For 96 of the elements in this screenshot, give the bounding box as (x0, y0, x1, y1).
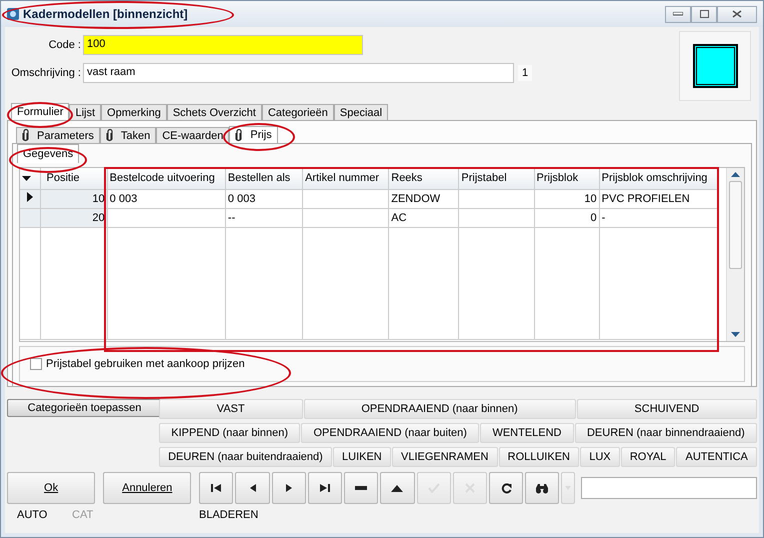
tab[interactable]: Prijs (229, 126, 278, 143)
scroll-down-icon (731, 332, 740, 337)
tab[interactable]: Gegevens (17, 144, 80, 163)
previous-icon (248, 483, 257, 493)
maximize-icon (700, 10, 708, 18)
column-header[interactable]: Prijsblok (534, 168, 600, 189)
table-cell: ZENDOW (388, 189, 459, 208)
category-button[interactable]: KIPPEND (naar binnen) (159, 423, 300, 443)
column-header[interactable]: Artikel nummer (302, 168, 389, 189)
apply-categories-button[interactable]: Categorieën toepassen (7, 399, 162, 417)
category-button[interactable]: VAST (159, 399, 303, 419)
category-button[interactable]: DEUREN (naar binnendraaiend) (574, 423, 757, 443)
binoculars-icon (535, 482, 550, 494)
column-header[interactable]: Bestelcode uitvoering (107, 168, 226, 189)
category-button[interactable]: ROLLUIKEN (498, 447, 580, 467)
category-button[interactable]: DEUREN (naar buitendraaiend) (159, 447, 332, 467)
table-cell: 0 003 (225, 189, 303, 208)
category-button[interactable]: ROYAL (620, 447, 676, 467)
toolbar-button[interactable] (199, 472, 234, 504)
app-icon (7, 8, 19, 20)
toolbar-button[interactable] (489, 472, 524, 504)
minimize-icon (673, 12, 683, 16)
category-button[interactable]: LUX (580, 447, 620, 467)
code-field[interactable]: 100 (83, 35, 363, 55)
tab-label: CE-waarden (162, 130, 224, 142)
column-header[interactable]: Prijsblok omschrijving (599, 168, 718, 189)
category-button[interactable]: OPENDRAAIEND (naar buiten) (301, 423, 480, 443)
column-header[interactable]: Reeks (388, 168, 459, 189)
table-cell: 10 (40, 189, 108, 208)
tab[interactable]: CE-waarden (156, 127, 230, 143)
last-record-icon (319, 483, 332, 493)
table-cell: AC (388, 208, 459, 227)
toolbar-button[interactable] (308, 472, 342, 504)
minus-icon (355, 486, 368, 490)
annotation-ellipse (7, 102, 73, 128)
status-text: CAT (72, 509, 94, 521)
tab[interactable]: Parameters (16, 127, 100, 143)
table-cell: 0 (534, 208, 600, 227)
annotation-ellipse (223, 123, 295, 151)
category-button[interactable]: SCHUIVEND (576, 399, 758, 419)
tab[interactable]: Categorieën (262, 104, 334, 120)
scrollbar[interactable] (726, 168, 744, 341)
column-header[interactable]: Bestellen als (225, 168, 303, 189)
tab[interactable]: Schets Overzicht (166, 104, 262, 120)
tab-label: Prijs (250, 129, 272, 141)
first-record-icon (210, 483, 222, 493)
ok-button[interactable]: Ok (7, 472, 96, 504)
refresh-icon (500, 482, 512, 494)
table-cell: -- (225, 208, 303, 227)
category-button[interactable]: AUTENTICA (676, 447, 757, 467)
current-row-icon (26, 192, 33, 202)
cancel-button[interactable]: Annuleren (103, 472, 192, 504)
check-icon (428, 483, 440, 493)
caret-icon (22, 176, 31, 182)
column-header[interactable] (20, 168, 40, 189)
maximize-button[interactable] (691, 6, 717, 22)
toolbar-button[interactable] (380, 472, 415, 504)
toolbar-button[interactable] (344, 472, 378, 504)
table-cell: PVC PROFIELEN (599, 189, 718, 208)
tab[interactable]: Taken (100, 127, 156, 143)
tab[interactable]: Lijst (69, 104, 102, 120)
category-button[interactable]: LUIKEN (332, 447, 391, 467)
field-label: Code : (48, 39, 81, 51)
tab-label: Taken (120, 130, 150, 142)
close-button[interactable] (717, 6, 757, 22)
close-icon (464, 483, 475, 493)
toolbar-button[interactable] (525, 472, 560, 504)
tab[interactable]: Formulier (11, 103, 70, 120)
tab[interactable]: Opmerking (101, 104, 167, 120)
toolbar-button[interactable] (235, 472, 270, 504)
table-cell: 0 003 (107, 189, 226, 208)
category-button[interactable]: WENTELEND (480, 423, 574, 443)
category-button[interactable]: VLIEGENRAMEN (392, 447, 498, 467)
table-cell: - (599, 208, 718, 227)
minimize-button[interactable] (665, 6, 691, 22)
row-indicator[interactable] (20, 189, 40, 208)
field-label: Omschrijving : (10, 67, 81, 79)
checkbox-label: Prijstabel gebruiken met aankoop prijzen (46, 358, 245, 370)
column-header[interactable]: Prijstabel (458, 168, 534, 189)
window-title: Kadermodellen [binnenzicht] (23, 7, 188, 21)
status-text: AUTO (17, 509, 48, 521)
search-field[interactable] (581, 477, 757, 499)
description-field[interactable]: vast raam (83, 63, 514, 83)
scroll-up-icon (731, 172, 740, 177)
status-text: BLADEREN (199, 509, 260, 521)
next-icon (284, 483, 293, 493)
table-cell: 10 (534, 189, 600, 208)
table-cell: 20 (40, 208, 108, 227)
close-icon (732, 10, 742, 18)
category-button[interactable]: OPENDRAAIEND (naar binnen) (304, 399, 576, 419)
checkbox[interactable] (30, 358, 42, 370)
tab-label: Parameters (37, 130, 94, 142)
column-header[interactable]: Positie (40, 168, 108, 189)
count-label: 1 (518, 65, 532, 81)
tab[interactable]: Speciaal (334, 104, 388, 120)
up-triangle-icon (391, 484, 404, 492)
